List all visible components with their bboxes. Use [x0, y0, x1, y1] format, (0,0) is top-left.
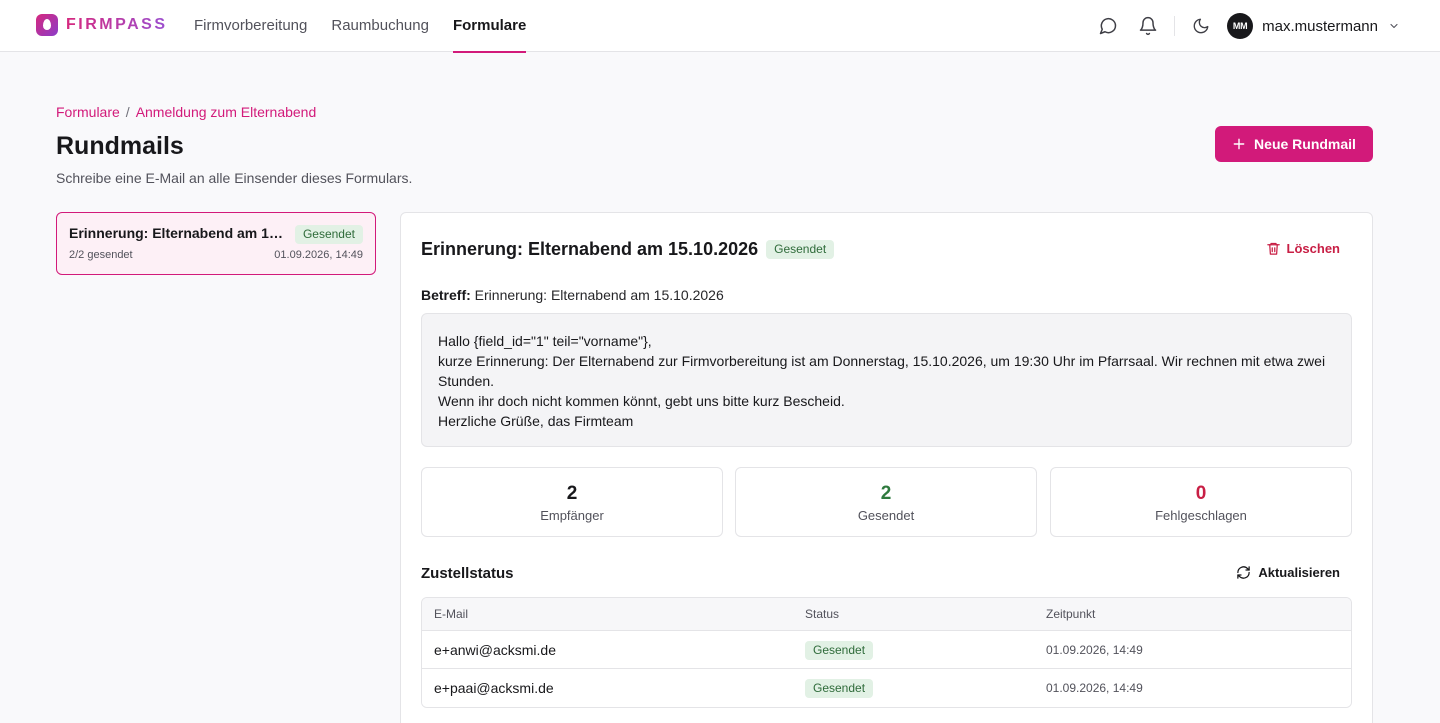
mail-progress: 2/2 gesendet	[69, 249, 133, 261]
table-row: e+anwi@acksmi.de Gesendet 01.09.2026, 14…	[422, 631, 1351, 669]
stat-card-failed: 0 Fehlgeschlagen	[1050, 467, 1352, 537]
status-badge: Gesendet	[805, 641, 874, 660]
mail-date: 01.09.2026, 14:49	[274, 249, 363, 261]
breadcrumb-current[interactable]: Anmeldung zum Elternabend	[136, 104, 317, 120]
subject-value: Erinnerung: Elternabend am 15.10.2026	[474, 287, 724, 303]
mail-body-line: Wenn ihr doch nicht kommen könnt, gebt u…	[438, 393, 845, 409]
nav-item-formulare[interactable]: Formulare	[452, 0, 527, 53]
stat-label: Empfänger	[540, 508, 604, 523]
new-rundmail-button[interactable]: Neue Rundmail	[1215, 126, 1373, 162]
refresh-icon	[1237, 566, 1251, 579]
user-menu[interactable]: MM max.mustermann	[1227, 13, 1400, 39]
moon-icon[interactable]	[1189, 14, 1213, 38]
status-badge: Gesendet	[294, 225, 363, 244]
recipient-email: e+paai@acksmi.de	[434, 680, 554, 696]
stat-value: 0	[1195, 483, 1207, 504]
stat-value: 2	[880, 483, 892, 504]
subject-label: Betreff:	[421, 287, 471, 303]
mail-body-line: kurze Erinnerung: Der Elternabend zur Fi…	[438, 353, 1329, 389]
breadcrumb-separator: /	[125, 104, 130, 120]
mail-body-line: Hallo {field_id="1" teil="vorname"},	[438, 333, 652, 349]
rundmail-detail-panel: Erinnerung: Elternabend am 15.10.2026 Ge…	[400, 212, 1373, 723]
chevron-down-icon	[1388, 20, 1400, 32]
trash-icon	[1266, 242, 1280, 255]
status-badge: Gesendet	[805, 679, 874, 698]
nav-item-firmvorbereitung[interactable]: Firmvorbereitung	[194, 0, 307, 52]
list-item[interactable]: Erinnerung: Elternabend am 15.10.2026 Ge…	[56, 212, 376, 275]
stat-card-sent: 2 Gesendet	[735, 467, 1037, 537]
nav-item-raumbuchung[interactable]: Raumbuchung	[331, 0, 429, 52]
stat-label: Fehlgeschlagen	[1155, 508, 1247, 523]
delivery-status-title: Zustellstatus	[421, 565, 514, 582]
delete-label: Löschen	[1286, 241, 1340, 256]
bell-icon[interactable]	[1136, 14, 1160, 38]
subject-line: Betreff: Erinnerung: Elternabend am 15.1…	[421, 287, 724, 303]
mail-body-line: Herzliche Grüße, das Firmteam	[438, 413, 634, 429]
flame-logo-icon	[36, 14, 58, 36]
delete-button[interactable]: Löschen	[1266, 241, 1340, 256]
top-navigation-bar: FIRMPASS Firmvorbereitung Raumbuchung Fo…	[0, 0, 1440, 53]
breadcrumb: Formulare / Anmeldung zum Elternabend	[56, 104, 316, 120]
header-actions: MM max.mustermann	[1096, 0, 1400, 52]
refresh-button[interactable]: Aktualisieren	[1236, 565, 1340, 580]
detail-title-text: Erinnerung: Elternabend am 15.10.2026	[421, 239, 759, 259]
delivery-time: 01.09.2026, 14:49	[1046, 681, 1143, 695]
mail-body: Hallo {field_id="1" teil="vorname"}, kur…	[421, 313, 1352, 447]
detail-title: Erinnerung: Elternabend am 15.10.2026 Ge…	[421, 239, 835, 260]
refresh-label: Aktualisieren	[1258, 565, 1340, 580]
delivery-table: E-Mail Status Zeitpunkt e+anwi@acksmi.de…	[421, 597, 1352, 708]
new-rundmail-label: Neue Rundmail	[1254, 136, 1356, 152]
brand-logo[interactable]: FIRMPASS	[36, 14, 167, 36]
header-divider	[1174, 16, 1176, 36]
main-nav: Firmvorbereitung Raumbuchung Formulare	[194, 0, 527, 53]
brand-name: FIRMPASS	[66, 16, 168, 33]
table-header: E-Mail Status Zeitpunkt	[422, 598, 1351, 631]
column-header-time[interactable]: Zeitpunkt	[1046, 598, 1095, 631]
chat-icon[interactable]	[1096, 14, 1120, 38]
avatar: MM	[1227, 13, 1254, 39]
table-row: e+paai@acksmi.de Gesendet 01.09.2026, 14…	[422, 669, 1351, 707]
breadcrumb-formulare[interactable]: Formulare	[56, 104, 120, 120]
stat-label: Gesendet	[857, 508, 915, 523]
page-subtitle: Schreibe eine E-Mail an alle Einsender d…	[56, 170, 413, 186]
column-header-status[interactable]: Status	[805, 598, 839, 631]
mail-title: Erinnerung: Elternabend am 15.10.2026	[69, 225, 285, 241]
stat-card-recipients: 2 Empfänger	[421, 467, 723, 537]
status-badge: Gesendet	[766, 240, 835, 259]
username: max.mustermann	[1262, 17, 1378, 35]
delivery-time: 01.09.2026, 14:49	[1046, 643, 1143, 657]
plus-icon	[1233, 138, 1245, 150]
column-header-email[interactable]: E-Mail	[434, 598, 468, 631]
recipient-email: e+anwi@acksmi.de	[434, 642, 556, 658]
stat-value: 2	[566, 483, 578, 504]
page-title: Rundmails	[56, 132, 184, 160]
